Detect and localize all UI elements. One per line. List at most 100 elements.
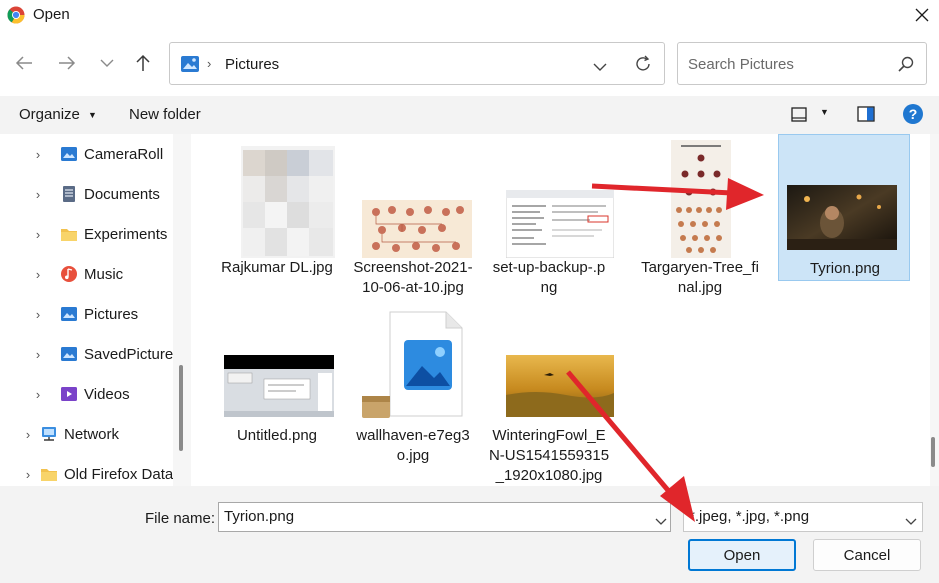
file-thumbnail [505, 189, 615, 259]
help-icon[interactable]: ? [903, 104, 923, 124]
search-box[interactable]: Search Pictures [677, 42, 927, 85]
up-button[interactable] [128, 48, 158, 78]
file-name: 10-06-at-10.jpg [362, 279, 464, 296]
pictures-folder-icon [60, 145, 78, 163]
sidebar-item-pictures[interactable]: › Pictures [30, 294, 138, 334]
file-item[interactable]: WinteringFowl_E N-US1541559315 _1920x108… [484, 304, 614, 486]
folder-icon [40, 465, 58, 483]
recent-locations-button[interactable] [92, 48, 122, 78]
breadcrumb-chevron-icon: › [207, 56, 212, 71]
file-item[interactable]: Screenshot-2021- 10-06-at-10.jpg [348, 134, 478, 304]
open-button[interactable]: Open [688, 539, 796, 571]
file-name: _1920x1080.jpg [495, 467, 603, 484]
file-thumbnail [360, 310, 464, 422]
arrow-right-icon [59, 56, 76, 70]
file-name-input[interactable]: Tyrion.png [218, 502, 671, 532]
file-name: wallhaven-e7eg3 [356, 427, 470, 444]
file-item[interactable]: Untitled.png [212, 304, 342, 454]
pictures-folder-icon [180, 54, 200, 78]
sidebar-item-documents[interactable]: › Documents [30, 174, 160, 214]
bottom-panel: File name: Tyrion.png *.jpeg, *.jpg, *.p… [0, 486, 939, 583]
chevron-right-icon[interactable]: › [30, 387, 46, 402]
chevron-down-icon [593, 63, 607, 71]
music-icon [60, 265, 78, 283]
sidebar-item-savedpictures[interactable]: › SavedPictures [30, 334, 173, 374]
chevron-right-icon[interactable]: › [30, 267, 46, 282]
close-button[interactable] [904, 0, 939, 30]
file-item[interactable]: wallhaven-e7eg3 o.jpg [348, 304, 478, 474]
sidebar-item-old-firefox-data[interactable]: › Old Firefox Data [20, 454, 173, 486]
sidebar-item-label: Videos [84, 385, 130, 403]
file-thumbnail [241, 146, 335, 258]
file-item[interactable]: set-up-backup-.p ng [484, 134, 615, 304]
file-type-select[interactable]: *.jpeg, *.jpg, *.png [683, 502, 923, 532]
folder-icon [60, 225, 78, 243]
chevron-down-icon[interactable] [655, 513, 667, 530]
navigation-pane: › CameraRoll › Documents › Experiments ›… [0, 134, 173, 486]
refresh-icon [636, 55, 650, 71]
open-button-label: Open [723, 546, 761, 564]
file-name: nal.jpg [677, 279, 723, 296]
sidebar-item-label: Network [64, 425, 120, 443]
chevron-right-icon[interactable]: › [30, 307, 46, 322]
search-input[interactable]: Search Pictures [688, 56, 794, 73]
file-name: N-US1541559315 [488, 447, 610, 464]
new-folder-button[interactable]: New folder [129, 106, 201, 123]
image-file-icon [362, 311, 463, 418]
documents-icon [60, 185, 78, 203]
file-name: Untitled.png [236, 427, 318, 444]
toolbar: Organize ▼ New folder ▼ ? [0, 96, 939, 134]
sidebar-item-videos[interactable]: › Videos [30, 374, 130, 414]
file-item-selected[interactable]: Tyrion.png [778, 134, 910, 281]
caret-down-icon[interactable]: ▼ [820, 107, 829, 117]
organize-button[interactable]: Organize ▼ [19, 106, 97, 123]
file-name: o.jpg [396, 447, 430, 464]
file-name-value: Tyrion.png [224, 508, 295, 525]
chrome-icon [7, 6, 25, 24]
sidebar-scrollbar-thumb[interactable] [179, 365, 183, 451]
sidebar-item-label: Old Firefox Data [64, 465, 173, 483]
file-thumbnail [506, 355, 614, 417]
chevron-right-icon[interactable]: › [30, 347, 46, 362]
file-name: Tyrion.png [809, 260, 881, 277]
sidebar-item-music[interactable]: › Music [30, 254, 123, 294]
chevron-right-icon[interactable]: › [20, 427, 36, 442]
address-bar[interactable]: › Pictures [169, 42, 665, 85]
chevron-down-icon [100, 59, 114, 67]
file-item[interactable]: Rajkumar DL.jpg [212, 134, 342, 284]
sidebar-item-label: Experiments [84, 225, 168, 243]
view-icon [791, 107, 807, 122]
file-list-scrollbar[interactable] [930, 134, 939, 486]
chevron-right-icon[interactable]: › [30, 187, 46, 202]
address-dropdown-button[interactable] [593, 59, 607, 76]
sidebar-item-cameraroll[interactable]: › CameraRoll [30, 134, 163, 174]
cancel-button[interactable]: Cancel [813, 539, 921, 571]
file-thumbnail [787, 185, 897, 250]
file-type-value: *.jpeg, *.jpg, *.png [689, 508, 810, 525]
forward-button[interactable] [52, 48, 82, 78]
chevron-right-icon[interactable]: › [30, 227, 46, 242]
caret-down-icon: ▼ [88, 110, 97, 121]
sidebar-item-label: Documents [84, 185, 160, 203]
sidebar-item-label: Pictures [84, 305, 139, 323]
chevron-right-icon[interactable]: › [30, 147, 46, 162]
sidebar-item-network[interactable]: › Network [20, 414, 119, 454]
chevron-down-icon[interactable] [905, 513, 917, 530]
sidebar-item-label: SavedPictures [84, 345, 173, 363]
view-options-button[interactable] [791, 107, 807, 126]
back-button[interactable] [9, 48, 39, 78]
address-location[interactable]: Pictures [225, 56, 279, 73]
refresh-button[interactable] [633, 54, 653, 78]
arrow-up-icon [136, 54, 150, 71]
file-item[interactable]: Targaryen-Tree_fi nal.jpg [635, 134, 765, 304]
sidebar-item-experiments[interactable]: › Experiments [30, 214, 168, 254]
file-name-label: File name: [145, 510, 216, 527]
window-title: Open [33, 6, 70, 23]
chevron-right-icon[interactable]: › [20, 467, 36, 482]
file-list-scrollbar-thumb[interactable] [931, 437, 935, 467]
sidebar-item-label: CameraRoll [84, 145, 164, 163]
search-icon[interactable] [897, 55, 915, 77]
arrow-left-icon [15, 56, 32, 70]
file-name: Screenshot-2021- [353, 259, 473, 276]
preview-pane-button[interactable] [857, 106, 875, 126]
